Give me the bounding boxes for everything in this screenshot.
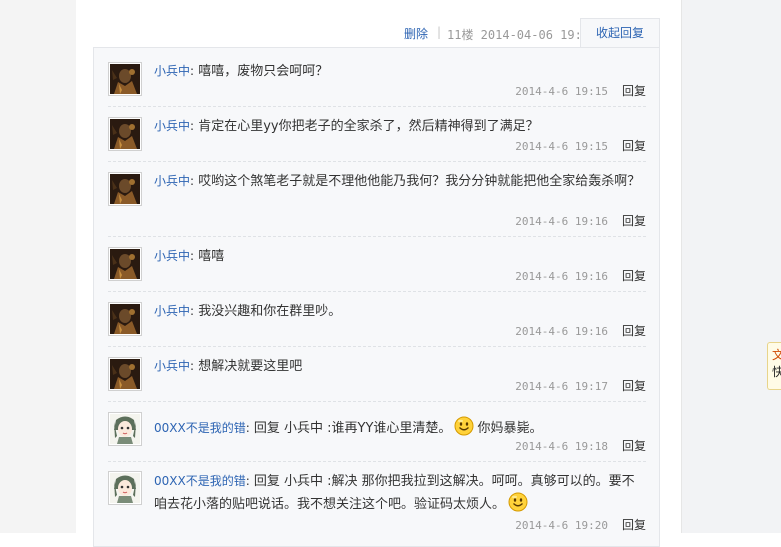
reply-button[interactable]: 回复: [622, 439, 646, 453]
reply-button[interactable]: 回复: [622, 269, 646, 283]
username-link[interactable]: 小兵中: [154, 119, 190, 133]
username-link[interactable]: 00XX不是我的错: [154, 474, 246, 488]
reply-text: 我没兴趣和你在群里吵。: [198, 304, 342, 319]
user-avatar[interactable]: [108, 302, 142, 336]
reply-button[interactable]: 回复: [622, 84, 646, 98]
reply-item: 00XX不是我的错: 回复 小兵中 :解决 那你把我拉到这解决。呵呵。真够可以的…: [108, 471, 646, 533]
reply-time: 2014-4-6 19:16: [515, 215, 608, 228]
reply-meta: 2014-4-6 19:17 回复: [515, 377, 646, 394]
reply-item: 小兵中: 肯定在心里yy你把老子的全家杀了，然后精神得到了满足？ 2014-4-…: [108, 117, 646, 163]
left-page-gutter: [0, 0, 76, 533]
floor-action-bar: 删除 | 11楼 2014-04-06 19:14 收起回复: [0, 18, 660, 48]
reply-time: 2014-4-6 19:16: [515, 325, 608, 338]
reply-item: 小兵中: 想解决就要这里吧 2014-4-6 19:17 回复: [108, 357, 646, 403]
reply-text: 想解决就要这里吧: [198, 359, 303, 374]
reply-divider: [108, 291, 646, 292]
smile-emoji-icon: [454, 416, 474, 436]
reply-text-after: 你妈暴毙。: [477, 421, 543, 436]
reply-divider: [108, 401, 646, 402]
reply-meta: 2014-4-6 19:16 回复: [515, 267, 646, 284]
reply-divider: [108, 236, 646, 237]
reply-meta: 2014-4-6 19:20 回复: [515, 516, 646, 533]
reply-meta: 2014-4-6 19:15 回复: [515, 137, 646, 154]
reply-content: 00XX不是我的错: 回复 小兵中 :谁再YY谁心里清楚。 你妈暴毙。: [154, 416, 644, 438]
reply-item: 小兵中: 我没兴趣和你在群里吵。 2014-4-6 19:16 回复: [108, 302, 646, 348]
reply-time: 2014-4-6 19:16: [515, 270, 608, 283]
floating-side-tab[interactable]: 文 快: [767, 342, 781, 390]
reply-content: 00XX不是我的错: 回复 小兵中 :解决 那你把我拉到这解决。呵呵。真够可以的…: [154, 474, 635, 512]
delete-link[interactable]: 删除: [404, 25, 428, 42]
reply-button[interactable]: 回复: [622, 324, 646, 338]
username-link[interactable]: 小兵中: [154, 64, 190, 78]
user-avatar[interactable]: [108, 117, 142, 151]
reply-text: 回复 小兵中 :谁再YY谁心里清楚。: [253, 421, 452, 436]
reply-button[interactable]: 回复: [622, 139, 646, 153]
reply-content: 小兵中: 我没兴趣和你在群里吵。: [154, 304, 342, 319]
user-avatar[interactable]: [108, 357, 142, 391]
reply-text: 哎哟这个煞笔老子就是不理他他能乃我何？我分分钟就能把他全家给轰杀啊？: [198, 174, 641, 189]
reply-meta: 2014-4-6 19:15 回复: [515, 82, 646, 99]
username-link[interactable]: 小兵中: [154, 359, 190, 373]
reply-time: 2014-4-6 19:17: [515, 380, 608, 393]
user-avatar[interactable]: [108, 62, 142, 96]
user-avatar[interactable]: [108, 471, 142, 505]
floor-info: 11楼 2014-04-06 19:14: [447, 28, 597, 42]
separator: |: [437, 25, 442, 39]
user-avatar[interactable]: [108, 412, 142, 446]
username-link[interactable]: 小兵中: [154, 174, 190, 188]
reply-content: 小兵中: 嘻嘻: [154, 249, 225, 264]
side-tab-line1: 文: [772, 347, 781, 364]
reply-content: 小兵中: 嘻嘻，废物只会呵呵？: [154, 64, 329, 79]
reply-content: 小兵中: 肯定在心里yy你把老子的全家杀了，然后精神得到了满足？: [154, 119, 539, 134]
reply-button[interactable]: 回复: [622, 214, 646, 228]
reply-button[interactable]: 回复: [622, 379, 646, 393]
reply-time: 2014-4-6 19:15: [515, 140, 608, 153]
username-link[interactable]: 小兵中: [154, 304, 190, 318]
right-sidebar-area: [681, 0, 781, 533]
collapse-replies-button[interactable]: 收起回复: [580, 18, 660, 48]
reply-meta: 2014-4-6 19:16 回复: [515, 212, 646, 229]
reply-content: 小兵中: 哎哟这个煞笔老子就是不理他他能乃我何？我分分钟就能把他全家给轰杀啊？: [154, 174, 641, 189]
reply-button[interactable]: 回复: [622, 518, 646, 532]
reply-meta: 2014-4-6 19:18 回复: [515, 437, 646, 454]
reply-time: 2014-4-6 19:18: [515, 440, 608, 453]
reply-item: 小兵中: 哎哟这个煞笔老子就是不理他他能乃我何？我分分钟就能把他全家给轰杀啊？ …: [108, 172, 646, 232]
reply-divider: [108, 346, 646, 347]
reply-divider: [108, 161, 646, 162]
reply-time: 2014-4-6 19:20: [515, 519, 608, 532]
reply-time: 2014-4-6 19:15: [515, 85, 608, 98]
user-avatar[interactable]: [108, 247, 142, 281]
username-link[interactable]: 小兵中: [154, 249, 190, 263]
smile-emoji-icon: [508, 492, 528, 512]
side-tab-line2: 快: [772, 365, 781, 379]
reply-item: 00XX不是我的错: 回复 小兵中 :谁再YY谁心里清楚。 你妈暴毙。 2014-…: [108, 412, 646, 460]
reply-divider: [108, 106, 646, 107]
reply-item: 小兵中: 嘻嘻 2014-4-6 19:16 回复: [108, 247, 646, 293]
username-link[interactable]: 00XX不是我的错: [154, 421, 246, 435]
reply-item: 小兵中: 嘻嘻，废物只会呵呵？ 2014-4-6 19:15 回复: [108, 62, 646, 108]
reply-text: 肯定在心里yy你把老子的全家杀了，然后精神得到了满足？: [198, 119, 539, 134]
reply-divider: [108, 461, 646, 462]
reply-content: 小兵中: 想解决就要这里吧: [154, 359, 303, 374]
reply-text: 嘻嘻: [198, 249, 225, 264]
reply-meta: 2014-4-6 19:16 回复: [515, 322, 646, 339]
user-avatar[interactable]: [108, 172, 142, 206]
reply-text: 嘻嘻，废物只会呵呵？: [198, 64, 329, 79]
